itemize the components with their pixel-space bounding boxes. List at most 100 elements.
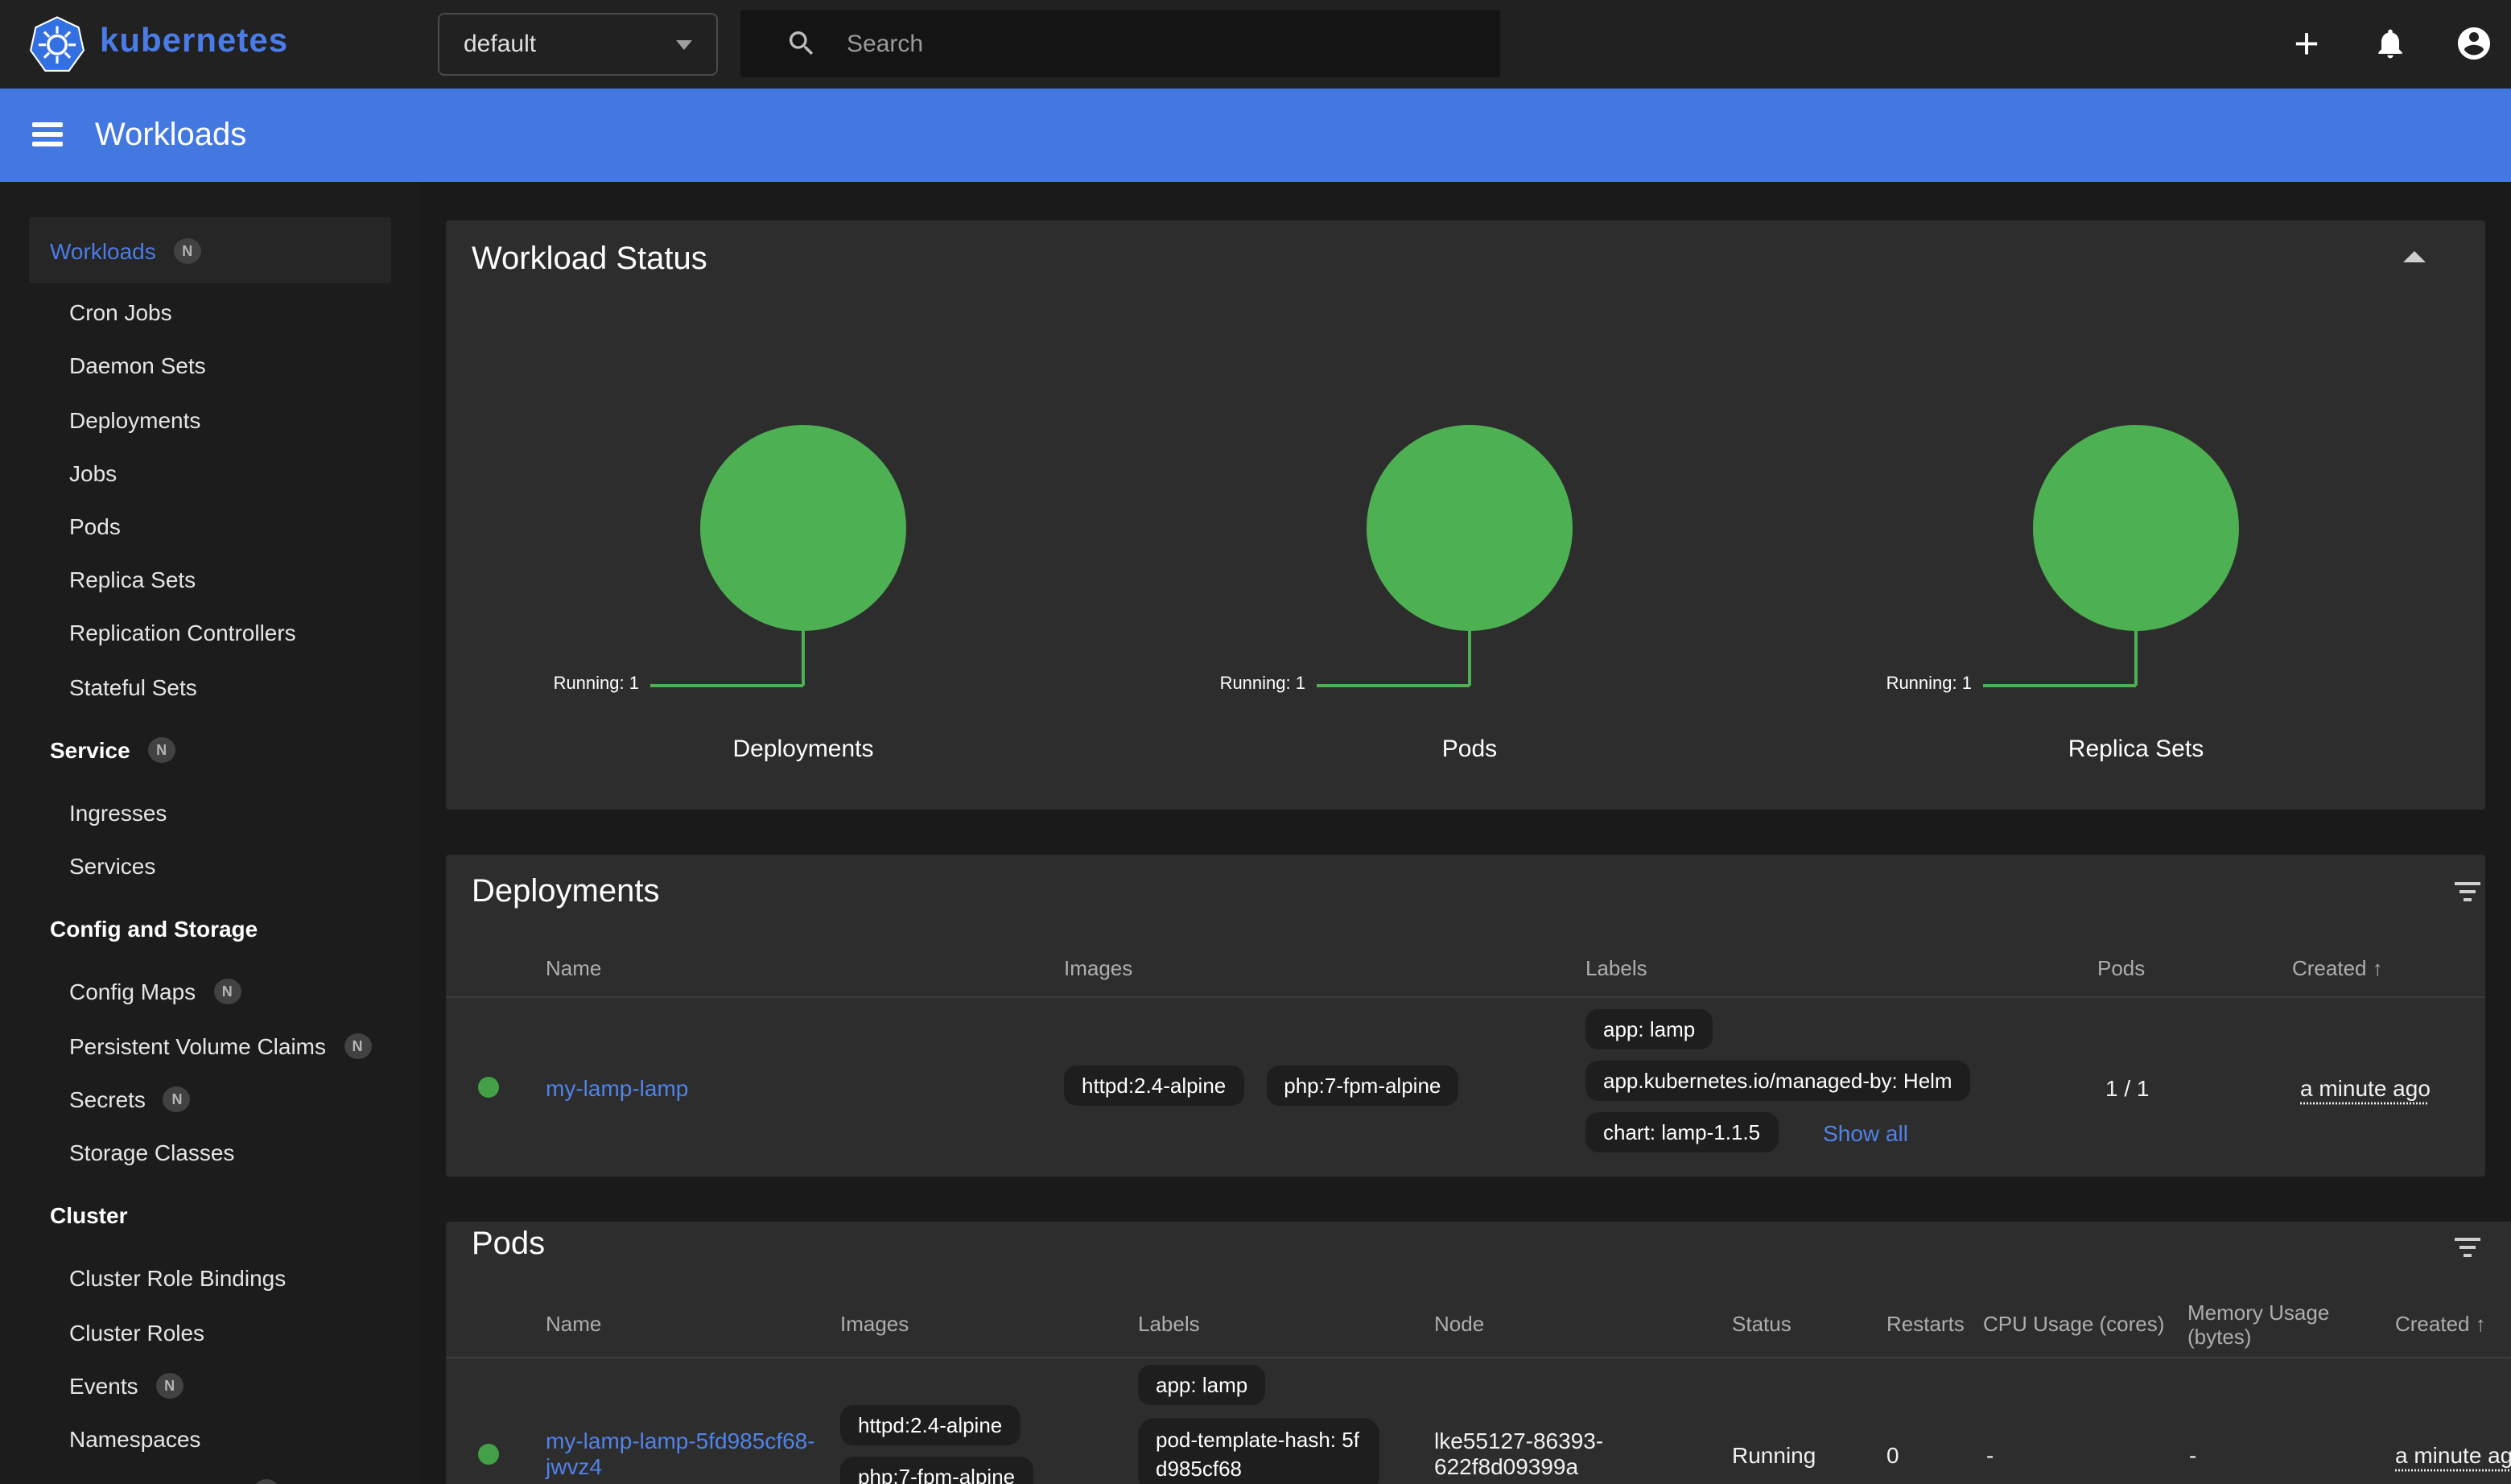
- brand-title: kubernetes: [100, 23, 288, 61]
- callout-line: [2134, 631, 2138, 686]
- sidebar-item-cluster-roles[interactable]: Cluster Roles: [0, 1315, 420, 1350]
- sidebar-item-network-policies[interactable]: Network Policies N: [0, 1474, 420, 1484]
- memory-usage-cell: -: [2189, 1442, 2196, 1468]
- sidebar-item-cluster-role-bindings[interactable]: Cluster Role Bindings: [0, 1260, 420, 1296]
- images-cell: httpd:2.4-alpine php:7-fpm-alpine: [1064, 1066, 1458, 1106]
- kubernetes-logo-icon[interactable]: [29, 16, 85, 72]
- top-bar: kubernetes default Search +: [0, 0, 2511, 89]
- sidebar-item-config-maps[interactable]: Config Maps N: [0, 974, 420, 1009]
- sidebar-section-config-and-storage: Config and Storage: [0, 911, 420, 946]
- card-title: Pods: [472, 1226, 545, 1263]
- sidebar-item-cron-jobs[interactable]: Cron Jobs: [0, 295, 420, 330]
- n-badge: N: [156, 1373, 183, 1399]
- sidebar-item-services[interactable]: Services: [0, 848, 420, 884]
- n-badge: N: [148, 737, 175, 763]
- label-chip: app: lamp: [1585, 1009, 1713, 1049]
- account-button[interactable]: [2453, 23, 2495, 64]
- sidebar-item-workloads[interactable]: Workloads N: [29, 217, 391, 283]
- images-cell: httpd:2.4-alpine php:7-fpm-alpine: [840, 1405, 1033, 1484]
- sidebar-item-replication-controllers[interactable]: Replication Controllers: [0, 615, 420, 650]
- sidebar-item-daemon-sets[interactable]: Daemon Sets: [0, 348, 420, 383]
- menu-icon[interactable]: [32, 122, 63, 146]
- pie-slice-running: [700, 425, 906, 631]
- filter-icon[interactable]: [2451, 882, 2484, 905]
- notifications-button[interactable]: [2369, 23, 2411, 64]
- sidebar-item-persistent-volume-claims[interactable]: Persistent Volume Claims N: [0, 1028, 420, 1064]
- column-header-name[interactable]: Name: [546, 1312, 601, 1336]
- sidebar-section-service: Service N: [0, 732, 420, 768]
- column-header-pods[interactable]: Pods: [2097, 956, 2145, 980]
- sort-ascending-icon: ↑: [2373, 956, 2383, 980]
- column-header-restarts[interactable]: Restarts: [1886, 1312, 1965, 1336]
- deployment-name-link[interactable]: my-lamp-lamp: [546, 1075, 688, 1101]
- sidebar-item-ingresses[interactable]: Ingresses: [0, 795, 420, 831]
- create-resource-button[interactable]: +: [2286, 23, 2328, 64]
- image-chip: httpd:2.4-alpine: [1064, 1066, 1243, 1106]
- restarts-cell: 0: [1886, 1442, 1899, 1468]
- chevron-down-icon: [676, 40, 692, 50]
- sidebar-item-stateful-sets[interactable]: Stateful Sets: [0, 670, 420, 705]
- workload-status-card: Workload Status Running: 1 Deployments R…: [446, 221, 2485, 810]
- filter-icon[interactable]: [2451, 1238, 2484, 1260]
- node-cell: lke55127-86393-622f8d09399a: [1434, 1428, 1624, 1479]
- column-header-labels[interactable]: Labels: [1585, 956, 1647, 980]
- callout-line: [1468, 631, 1471, 686]
- chevron-up-icon[interactable]: [2403, 251, 2426, 262]
- card-title: Deployments: [472, 874, 659, 911]
- labels-cell: app: lamp app.kubernetes.io/managed-by: …: [1585, 1009, 1970, 1152]
- search-input[interactable]: Search: [847, 30, 923, 57]
- n-badge: N: [344, 1033, 371, 1059]
- column-header-labels[interactable]: Labels: [1138, 1312, 1200, 1336]
- avatar-icon: [2455, 24, 2493, 63]
- n-badge: N: [213, 979, 241, 1004]
- pie-slice-running: [1367, 425, 1573, 631]
- column-header-images[interactable]: Images: [1064, 956, 1132, 980]
- created-cell: a minute ago: [2300, 1075, 2431, 1101]
- image-chip: php:7-fpm-alpine: [1266, 1066, 1458, 1106]
- sidebar-item-deployments[interactable]: Deployments: [0, 402, 420, 438]
- image-chip: httpd:2.4-alpine: [840, 1405, 1020, 1445]
- n-badge: N: [174, 237, 201, 263]
- pie-caption: Deployments: [642, 736, 964, 763]
- sidebar-item-events[interactable]: Events N: [0, 1368, 420, 1404]
- column-header-created[interactable]: Created ↑: [2395, 1312, 2486, 1336]
- sidebar-item-jobs[interactable]: Jobs: [0, 456, 420, 491]
- pie-callout-label: Running: 1: [554, 674, 639, 694]
- pods-count-cell: 1 / 1: [2105, 1075, 2150, 1101]
- status-ok-icon: [478, 1077, 499, 1098]
- sidebar-item-secrets[interactable]: Secrets N: [0, 1082, 420, 1117]
- n-badge: N: [254, 1479, 281, 1484]
- pod-name-link[interactable]: my-lamp-lamp-5fd985cf68-jwvz4: [546, 1428, 832, 1479]
- sidebar-section-cluster: Cluster: [0, 1198, 420, 1233]
- column-header-node[interactable]: Node: [1434, 1312, 1484, 1336]
- label-chip: chart: lamp-1.1.5: [1585, 1112, 1778, 1152]
- kubernetes-dashboard: kubernetes default Search + Worklo: [0, 0, 2511, 1484]
- n-badge: N: [163, 1086, 191, 1112]
- column-header-memory[interactable]: Memory Usage (bytes): [2187, 1301, 2329, 1349]
- bell-icon: [2373, 26, 2408, 61]
- column-header-name[interactable]: Name: [546, 956, 601, 980]
- pie-caption: Pods: [1309, 736, 1631, 763]
- sidebar-item-storage-classes[interactable]: Storage Classes: [0, 1135, 420, 1170]
- image-chip: php:7-fpm-alpine: [840, 1457, 1033, 1484]
- show-all-link[interactable]: Show all: [1823, 1119, 1908, 1145]
- label-chip: app.kubernetes.io/managed-by: Helm: [1585, 1061, 1970, 1101]
- column-header-images[interactable]: Images: [840, 1312, 909, 1336]
- sidebar-item-pods[interactable]: Pods: [0, 509, 420, 544]
- sort-ascending-icon: ↑: [2476, 1312, 2486, 1336]
- callout-line: [802, 631, 805, 686]
- plus-icon: +: [2294, 23, 2319, 64]
- search-bar[interactable]: Search: [740, 10, 1500, 77]
- app-bar: Workloads: [0, 89, 2511, 182]
- column-header-status[interactable]: Status: [1732, 1312, 1792, 1336]
- namespace-select[interactable]: default: [438, 13, 718, 76]
- sidebar-item-namespaces[interactable]: Namespaces: [0, 1421, 420, 1457]
- divider: [446, 1357, 2511, 1358]
- pie-slice-running: [2033, 425, 2239, 631]
- pie-callout-label: Running: 1: [1220, 674, 1305, 694]
- label-chip: app: lamp: [1138, 1365, 1265, 1405]
- column-header-cpu[interactable]: CPU Usage (cores): [1983, 1312, 2164, 1336]
- column-header-created[interactable]: Created ↑: [2292, 956, 2383, 980]
- callout-line: [1317, 684, 1470, 687]
- sidebar-item-replica-sets[interactable]: Replica Sets: [0, 562, 420, 597]
